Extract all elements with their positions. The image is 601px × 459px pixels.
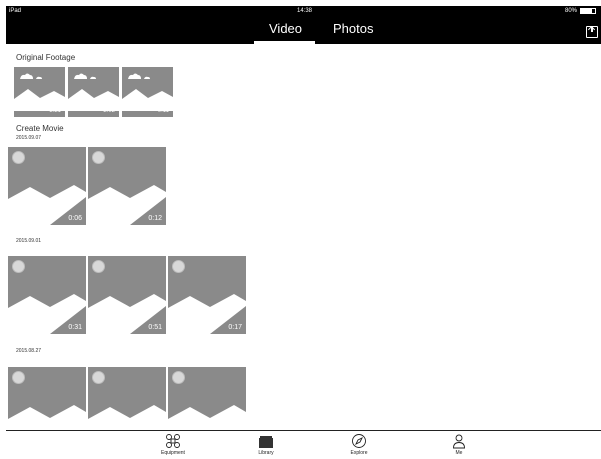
select-circle-icon[interactable] [12, 151, 25, 164]
video-duration: 0:51 [148, 324, 162, 331]
original-footage-thumb[interactable]: 2:02 [68, 67, 119, 117]
movie-clip-thumb[interactable]: 0:31 [8, 256, 86, 334]
movie-clip-thumb[interactable]: 0:17 [168, 256, 246, 334]
create-movie-title: Create Movie [16, 124, 64, 133]
date-label: 2015.09.07 [16, 135, 42, 141]
compass-icon [352, 434, 366, 448]
original-footage-thumb[interactable]: 0:11 [122, 67, 173, 117]
movie-clip-thumb[interactable] [88, 367, 166, 430]
video-duration: 0:17 [228, 324, 242, 331]
select-circle-icon[interactable] [172, 260, 185, 273]
tabbar-item-explore[interactable]: Explore [334, 433, 384, 459]
active-tab-indicator [254, 41, 315, 44]
tabbar-item-equipment[interactable]: Equipment [148, 433, 198, 459]
tabbar-item-me[interactable]: Me [434, 433, 484, 459]
status-time: 14:38 [297, 8, 313, 14]
export-icon[interactable] [586, 26, 598, 38]
date-label: 2015.08.27 [16, 348, 42, 354]
original-footage-title: Original Footage [16, 53, 76, 62]
folder-icon [259, 436, 273, 448]
person-icon [453, 434, 465, 449]
select-circle-icon[interactable] [92, 371, 105, 384]
movie-clip-thumb[interactable]: 0:06 [8, 147, 86, 225]
movie-clip-thumb[interactable] [168, 367, 246, 430]
video-duration: 3:21 [49, 108, 61, 114]
tab-video[interactable]: Video [269, 21, 302, 36]
date-label: 2015.09.01 [16, 238, 42, 244]
tabbar-label-library: Library [258, 450, 274, 456]
video-duration: 0:12 [148, 215, 162, 222]
select-circle-icon[interactable] [12, 371, 25, 384]
original-footage-thumb[interactable]: 3:21 [14, 67, 65, 117]
select-circle-icon[interactable] [12, 260, 25, 273]
video-duration: 0:31 [68, 324, 82, 331]
select-circle-icon[interactable] [172, 371, 185, 384]
movie-clip-thumb[interactable]: 0:51 [88, 256, 166, 334]
video-duration: 2:02 [103, 108, 115, 114]
video-duration: 0:11 [157, 108, 169, 114]
movie-clip-thumb[interactable]: 0:12 [88, 147, 166, 225]
tab-photos[interactable]: Photos [333, 21, 373, 36]
select-circle-icon[interactable] [92, 260, 105, 273]
battery-icon [580, 8, 596, 14]
select-circle-icon[interactable] [92, 151, 105, 164]
bottom-tab-bar: Equipment Library Explore Me [6, 430, 601, 459]
tabbar-item-library[interactable]: Library [241, 433, 291, 459]
header-bar: iPad 14:38 80% Video Photos [6, 6, 601, 44]
tabbar-label-me: Me [455, 450, 463, 456]
drone-icon [166, 434, 180, 448]
tabbar-label-equipment: Equipment [161, 450, 185, 456]
tabbar-label-explore: Explore [350, 450, 368, 456]
status-carrier: iPad [9, 8, 22, 14]
video-duration: 0:06 [68, 215, 82, 222]
movie-clip-thumb[interactable] [8, 367, 86, 430]
status-battery-percent: 80% [565, 8, 578, 14]
app-frame: iPad 14:38 80% Video Photos Original Foo… [6, 6, 601, 459]
